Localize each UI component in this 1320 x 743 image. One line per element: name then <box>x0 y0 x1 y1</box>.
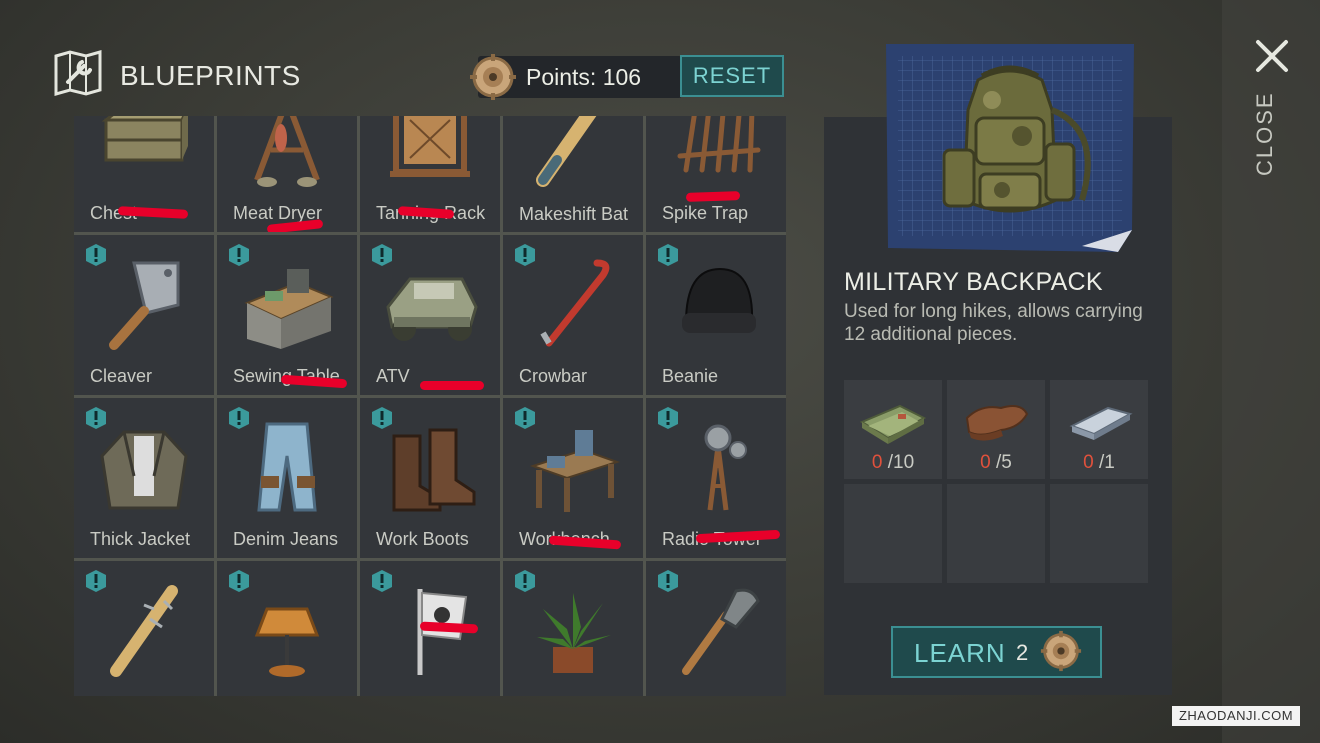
blueprints-map-icon <box>54 50 102 96</box>
radio-tower-icon <box>704 424 747 511</box>
blueprint-item-label: Meat Dryer <box>233 203 323 223</box>
atv-icon <box>386 277 478 341</box>
blueprint-item-thick-jacket[interactable]: Thick Jacket <box>74 398 214 558</box>
requirements-grid: 0 /10 0 /5 0 /1 <box>844 380 1150 584</box>
red-marker-stroke <box>420 381 484 390</box>
requirement-slot: 0 /1 <box>1050 380 1148 479</box>
learn-cost: 2 <box>1016 640 1029 665</box>
blueprint-item-label: Cleaver <box>90 366 153 386</box>
denim-jeans-icon <box>257 422 317 512</box>
requirement-slot: 0 /10 <box>844 380 942 479</box>
blueprint-item-lamp[interactable] <box>217 561 357 696</box>
blueprint-item-shovel[interactable] <box>646 561 786 696</box>
blueprint-item-flag[interactable] <box>360 561 500 696</box>
blueprint-item-meat-dryer[interactable]: Meat Dryer <box>217 116 357 232</box>
item-description: Used for long hikes, allows carrying 12 … <box>844 301 1143 345</box>
cleaver-icon <box>109 261 180 350</box>
learn-button-label: LEARN <box>914 638 1006 668</box>
blueprint-item-beanie[interactable]: Beanie <box>646 235 786 395</box>
red-marker-stroke <box>685 191 741 202</box>
blueprint-item-work-boots[interactable]: Work Boots <box>360 398 500 558</box>
work-boots-icon <box>392 428 476 512</box>
requirement-slot: 0 /5 <box>947 380 1045 479</box>
crowbar-icon <box>540 259 610 347</box>
item-name: MILITARY BACKPACK <box>844 268 1103 296</box>
requirement-slot-empty <box>947 484 1045 583</box>
points-label: Points: 106 <box>526 64 642 90</box>
blueprint-item-label: Thick Jacket <box>90 529 191 549</box>
workbench-icon <box>529 430 621 512</box>
meat-dryer-icon <box>254 116 320 187</box>
blueprint-item-crowbar[interactable]: Crowbar <box>503 235 643 395</box>
requirement-slot-empty <box>844 484 942 583</box>
blueprint-item-label: Beanie <box>662 366 719 386</box>
cloth-icon <box>859 404 927 444</box>
blueprint-item-plant[interactable] <box>503 561 643 696</box>
blueprint-item-label: Denim Jeans <box>233 529 339 549</box>
blueprint-item-denim-jeans[interactable]: Denim Jeans <box>217 398 357 558</box>
blueprint-item-sewing-table[interactable]: Sewing Table <box>217 235 357 395</box>
makeshift-bat-icon <box>536 116 597 187</box>
blueprint-item-workbench[interactable]: Workbench <box>503 398 643 558</box>
blueprint-item-makeshift-bat[interactable]: Makeshift Bat <box>503 116 643 232</box>
blueprint-item-label: Crowbar <box>519 366 588 386</box>
thick-jacket-icon <box>100 430 188 510</box>
blueprint-item-label: Work Boots <box>376 529 469 549</box>
close-button[interactable]: CLOSE <box>1252 91 1278 176</box>
blueprint-item-cleaver[interactable]: Cleaver <box>74 235 214 395</box>
page-title: BLUEPRINTS <box>120 60 301 91</box>
blueprint-item-spiked-bat[interactable] <box>74 561 214 696</box>
metal-bar-icon <box>1069 406 1133 440</box>
blueprint-item-label: Makeshift Bat <box>519 204 629 224</box>
lamp-icon <box>254 607 320 677</box>
tanning-rack-icon <box>390 116 470 177</box>
blueprint-item-tanning-rack[interactable]: Tanning Rack <box>360 116 500 232</box>
watermark: ZHAODANJI.COM <box>1172 706 1300 726</box>
requirement-count: 0 /5 <box>980 452 1012 473</box>
blueprint-item-atv[interactable]: ATV <box>360 235 500 395</box>
gear-points-icon <box>470 54 516 100</box>
requirement-slot-empty <box>1050 484 1148 583</box>
gear-points-icon <box>1040 630 1082 672</box>
blueprint-item-radio-tower[interactable]: Radio Tower <box>646 398 786 558</box>
chest-icon <box>101 116 188 162</box>
close-icon[interactable] <box>1254 38 1290 74</box>
beanie-icon <box>682 267 756 333</box>
spike-trap-icon <box>677 116 761 173</box>
requirement-count: 0 /10 <box>871 452 915 473</box>
shovel-icon <box>682 588 760 675</box>
reset-button[interactable]: RESET <box>680 55 784 97</box>
blueprint-item-chest[interactable]: Chest <box>74 116 214 232</box>
leather-icon <box>965 405 1029 441</box>
requirement-count: 0 /1 <box>1083 452 1115 473</box>
sewing-table-icon <box>244 269 334 349</box>
blueprint-item-spike-trap[interactable]: Spike Trap <box>646 116 786 232</box>
military-backpack-blueprint-image <box>886 44 1134 252</box>
spiked-bat-icon <box>110 585 178 677</box>
blueprint-item-label: Spike Trap <box>662 203 749 223</box>
plant-icon <box>537 593 611 673</box>
blueprint-grid: Chest Meat Dryer Tanning Rack Makeshift Bat… <box>74 116 786 696</box>
